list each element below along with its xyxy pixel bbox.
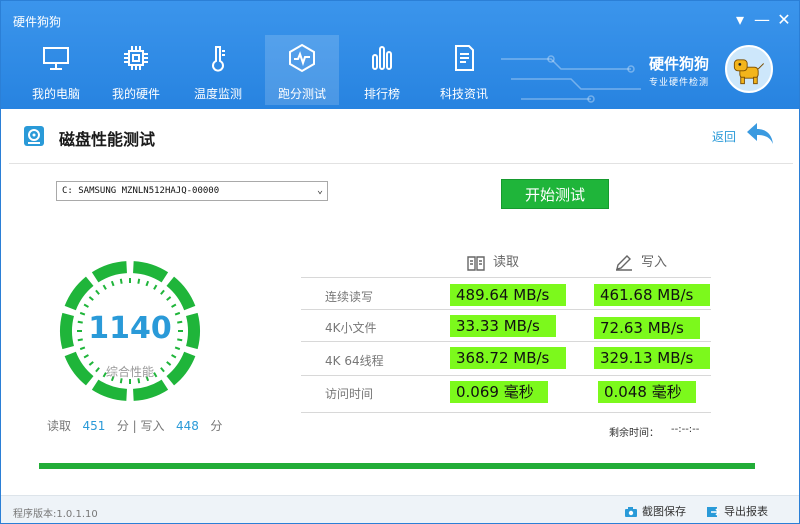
drive-select-value: C: SAMSUNG MZNLN512HAJQ-00000 [62, 186, 220, 196]
gauge-tick [119, 278, 123, 284]
menu-button[interactable]: ▾ [729, 9, 751, 31]
tab-my-computer[interactable]: 我的电脑 [19, 35, 93, 105]
4k-read-value: 33.33 MB/s [450, 315, 556, 337]
gauge-tick [166, 296, 172, 301]
gauge-tick [171, 303, 177, 308]
write-score-unit: 分 [210, 419, 223, 433]
benchmark-icon [289, 43, 315, 73]
back-link[interactable]: 返回 [712, 128, 736, 145]
brand-name: 硬件狗狗 [649, 55, 710, 73]
start-test-button[interactable]: 开始测试 [501, 179, 609, 209]
score-summary: 读取 451 分 | 写入 448 分 [47, 417, 222, 434]
version-text: 程序版本:1.0.1.10 [13, 509, 98, 520]
gauge-tick [171, 354, 177, 359]
brand-tagline: 专业硬件检测 [649, 78, 710, 88]
gauge-tick [110, 280, 115, 287]
access-read-value: 0.069 毫秒 [450, 381, 548, 403]
chip-icon [124, 46, 148, 70]
disk-icon [24, 126, 44, 146]
export-icon [707, 507, 721, 517]
sequential-write-value: 461.68 MB/s [594, 284, 710, 306]
sequential-read-value: 489.64 MB/s [450, 284, 566, 306]
4k64-read-value: 368.72 MB/s [450, 347, 566, 369]
progress-fill [39, 463, 755, 469]
row-divider [301, 375, 711, 376]
gauge-segment [166, 276, 196, 311]
tab-label: 排行榜 [363, 87, 400, 101]
minimize-button[interactable]: — [751, 9, 773, 31]
summary-separator: | [132, 419, 137, 433]
row-label-4k64: 4K 64线程 [325, 354, 384, 368]
access-write-value: 0.048 毫秒 [598, 381, 696, 403]
gauge-tick [174, 346, 181, 351]
read-column-header: 读取 [467, 251, 519, 271]
window-title: 硬件狗狗 [13, 15, 62, 29]
row-label-sequential: 连续读写 [325, 290, 374, 304]
export-report-button[interactable]: 导出报表 [706, 503, 768, 519]
gauge-tick [102, 284, 107, 290]
gauge-tick [153, 284, 158, 290]
tab-label: 我的电脑 [31, 87, 80, 101]
tab-temperature[interactable]: 温度监测 [181, 35, 255, 105]
remaining-time-value: --:--:-- [671, 424, 700, 435]
ranking-icon [372, 46, 392, 70]
monitor-icon [43, 47, 69, 70]
row-label-4k: 4K小文件 [325, 321, 377, 335]
dog-mascot-icon [725, 45, 773, 93]
screenshot-button[interactable]: 截图保存 [624, 503, 686, 519]
row-label-access: 访问时间 [325, 387, 374, 401]
row-divider [301, 309, 711, 310]
status-bar: 程序版本:1.0.1.10 截图保存 导出报表 [1, 495, 799, 523]
book-icon [467, 255, 485, 271]
tab-my-hardware[interactable]: 我的硬件 [99, 35, 173, 105]
gauge-tick [145, 280, 150, 287]
chevron-down-icon: ⌄ [316, 185, 323, 196]
tab-label: 跑分测试 [277, 87, 326, 101]
section-divider [9, 163, 793, 164]
tab-label: 温度监测 [193, 87, 242, 101]
remaining-time-label: 剩余时间： [609, 428, 659, 439]
page-title: 磁盘性能测试 [59, 130, 156, 149]
circuit-decoration-icon [501, 55, 641, 103]
camera-icon [625, 507, 637, 517]
close-button[interactable]: ✕ [773, 9, 795, 31]
read-score-label: 读取 [47, 419, 72, 433]
write-column-header: 写入 [615, 251, 667, 271]
tab-label: 我的硬件 [111, 87, 160, 101]
news-icon [455, 45, 474, 71]
row-divider [301, 341, 711, 342]
tab-tech-news[interactable]: 科技资讯 [427, 35, 501, 105]
gauge-tick [95, 289, 100, 295]
drive-select[interactable]: C: SAMSUNG MZNLN512HAJQ-00000 ⌄ [56, 181, 328, 201]
gauge-segment [64, 276, 94, 311]
row-divider [301, 412, 711, 413]
gauge-tick [83, 303, 89, 308]
score-label: 综合性能 [105, 365, 154, 379]
pencil-icon [616, 254, 632, 271]
overall-score: 1140 [88, 311, 172, 346]
back-arrow-icon[interactable] [745, 121, 775, 147]
tab-ranking[interactable]: 排行榜 [345, 35, 419, 105]
write-score-label: 写入 [140, 419, 165, 433]
gauge-tick [88, 296, 94, 301]
row-divider [301, 277, 711, 278]
write-score-value: 448 [176, 419, 199, 433]
read-score-unit: 分 [116, 419, 129, 433]
read-score-value: 451 [82, 419, 106, 433]
gauge-tick [79, 346, 86, 351]
4k-write-value: 72.63 MB/s [594, 317, 700, 339]
gauge-tick [137, 278, 141, 284]
header-bar: 硬件狗狗 ▾ — ✕ 我的电脑 我的硬件 温度监测 跑分测试 排行榜 科技资讯 … [1, 1, 799, 109]
tab-label: 科技资讯 [439, 87, 488, 101]
thermometer-icon [212, 46, 225, 72]
gauge-tick [83, 354, 89, 359]
4k64-write-value: 329.13 MB/s [594, 347, 710, 369]
tab-benchmark[interactable]: 跑分测试 [265, 35, 339, 105]
progress-bar [39, 463, 755, 469]
app-window: 硬件狗狗 ▾ — ✕ 我的电脑 我的硬件 温度监测 跑分测试 排行榜 科技资讯 … [0, 0, 800, 524]
gauge-tick [160, 289, 165, 295]
